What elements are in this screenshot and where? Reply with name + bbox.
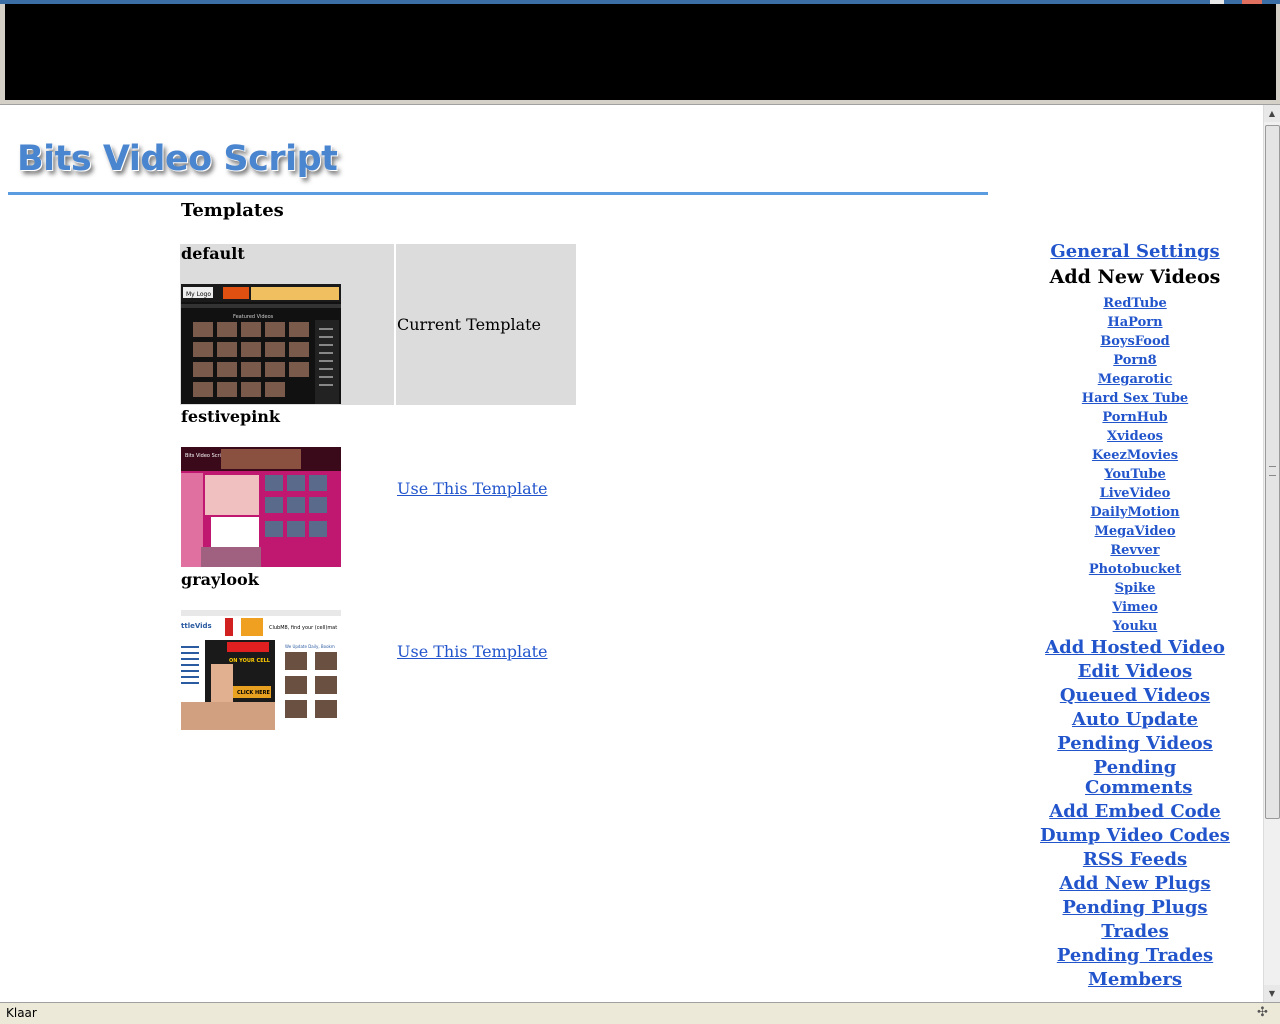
nav-pending-videos[interactable]: Pending Videos [1030,734,1240,754]
nav-trades[interactable]: Trades [1030,922,1240,942]
current-template-label: Current Template [397,315,541,334]
admin-sidebar-nav: General Settings Add New Videos RedTube … [1030,242,1240,994]
nav-source-youku[interactable]: Youku [1030,617,1240,636]
redacted-toolbar-area [5,4,1276,100]
scrollbar-thumb[interactable] [1265,125,1280,819]
nav-source-redtube[interactable]: RedTube [1030,294,1240,313]
template-thumbnail-default: My Logo Featured Videos [181,284,341,404]
graylook-ad-text: ClubM8, find your (cell)mat [269,625,337,631]
status-text: Klaar [6,1006,37,1020]
nav-edit-videos[interactable]: Edit Videos [1030,662,1240,682]
nav-dump-video-codes[interactable]: Dump Video Codes [1030,826,1240,846]
template-thumbnail-graylook: ttleVids ClubM8, find your (cell)mat ON … [181,610,341,730]
nav-source-pornhub[interactable]: PornHub [1030,408,1240,427]
festivepink-logo-text: Bits Video Script [185,453,226,459]
nav-source-spike[interactable]: Spike [1030,579,1240,598]
nav-general-settings[interactable]: General Settings [1030,242,1240,262]
use-template-graylook-link[interactable]: Use This Template [397,642,548,661]
video-source-list: RedTube HaPorn BoysFood Porn8 Megarotic … [1030,294,1240,636]
nav-heading-add-new-videos: Add New Videos [1049,266,1221,288]
nav-source-livevideo[interactable]: LiveVideo [1030,484,1240,503]
nav-source-keezmovies[interactable]: KeezMovies [1030,446,1240,465]
status-bar: Klaar ✣ [0,1002,1280,1024]
nav-members[interactable]: Members [1030,970,1240,990]
nav-pending-comments[interactable]: Pending Comments [1085,758,1192,798]
template-name-festivepink: festivepink [181,407,280,426]
scroll-grip-icon [1269,466,1276,476]
nav-source-boysfood[interactable]: BoysFood [1030,332,1240,351]
nav-add-hosted-video[interactable]: Add Hosted Video [1030,638,1240,658]
nav-source-megavideo[interactable]: MegaVideo [1030,522,1240,541]
nav-auto-update[interactable]: Auto Update [1030,710,1240,730]
vertical-scrollbar[interactable]: ▲ ▼ [1263,105,1280,1002]
nav-source-photobucket[interactable]: Photobucket [1030,560,1240,579]
nav-queued-videos[interactable]: Queued Videos [1030,686,1240,706]
header-divider [8,192,988,195]
template-name-graylook: graylook [181,570,259,589]
nav-source-haporn[interactable]: HaPorn [1030,313,1240,332]
use-template-festivepink-link[interactable]: Use This Template [397,479,548,498]
browser-chrome [0,0,1280,105]
nav-source-porn8[interactable]: Porn8 [1030,351,1240,370]
default-logo-text: My Logo [186,291,211,298]
nav-source-vimeo[interactable]: Vimeo [1030,598,1240,617]
graylook-update-text: We Update Daily, Bookm [285,644,335,649]
graylook-button-text: CLICK HERE [237,690,270,696]
nav-add-new-plugs[interactable]: Add New Plugs [1030,874,1240,894]
template-name-default: default [181,244,245,263]
nav-source-youtube[interactable]: YouTube [1030,465,1240,484]
resize-grip-icon[interactable]: ✣ [1257,1005,1275,1021]
nav-rss-feeds[interactable]: RSS Feeds [1030,850,1240,870]
nav-source-megarotic[interactable]: Megarotic [1030,370,1240,389]
scroll-down-arrow-icon[interactable]: ▼ [1264,985,1280,1002]
nav-source-dailymotion[interactable]: DailyMotion [1030,503,1240,522]
site-logo[interactable]: Bits Video Script [17,139,338,179]
page-viewport: Bits Video Script Templates default My L… [0,105,1263,1002]
template-thumbnail-festivepink: Bits Video Script [181,447,341,567]
default-section-text: Featured Videos [233,314,274,320]
nav-pending-trades[interactable]: Pending Trades [1030,946,1240,966]
scroll-up-arrow-icon[interactable]: ▲ [1264,105,1280,122]
graylook-banner-text: ON YOUR CELL [229,658,271,664]
nav-pending-plugs[interactable]: Pending Plugs [1030,898,1240,918]
nav-add-embed-code[interactable]: Add Embed Code [1030,802,1240,822]
nav-source-xvideos[interactable]: Xvideos [1030,427,1240,446]
nav-source-revver[interactable]: Revver [1030,541,1240,560]
nav-source-hard-sex-tube[interactable]: Hard Sex Tube [1030,389,1240,408]
page-title: Templates [181,200,284,221]
graylook-brand-text: ttleVids [181,622,212,630]
